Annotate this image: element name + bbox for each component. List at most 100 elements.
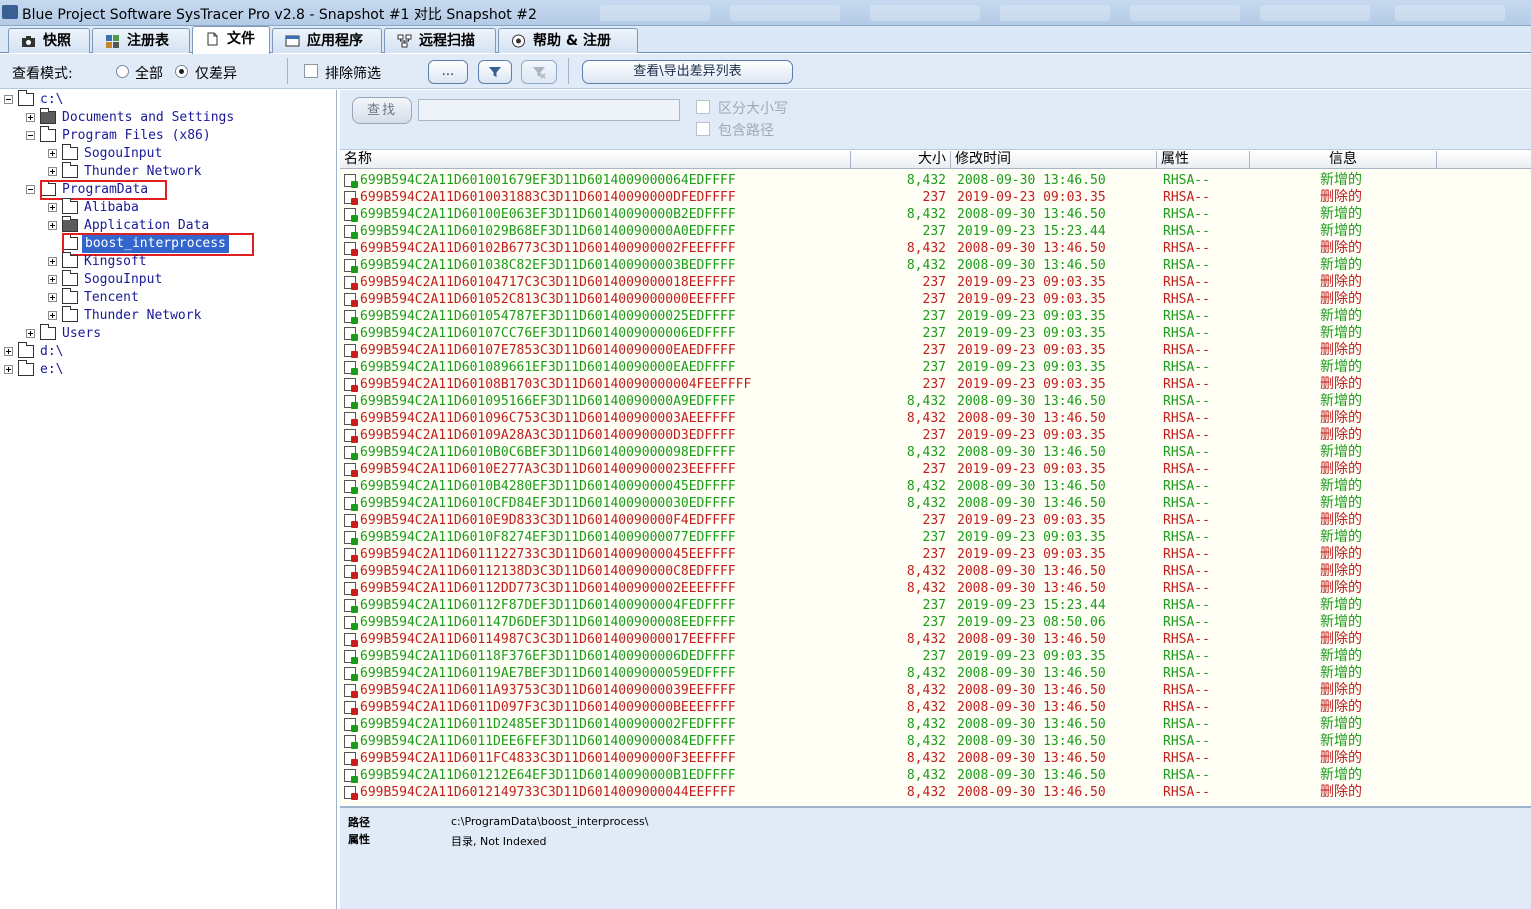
include-path-label[interactable]: 包含路径 [718,120,774,140]
expand-icon[interactable] [48,293,57,302]
table-row[interactable]: 699B594C2A11D60118F376EF3D11D60140090000… [340,648,1531,665]
expand-icon[interactable] [26,113,35,122]
table-row[interactable]: 699B594C2A11D6011D2485EF3D11D60140090000… [340,716,1531,733]
exclude-filter-label[interactable]: 排除筛选 [325,63,381,83]
table-row[interactable]: 699B594C2A11D6010E277A3C3D11D60140090000… [340,461,1531,478]
tab-files[interactable]: 文件 [192,26,270,54]
table-row[interactable]: 699B594C2A11D601096C753C3D11D60140090000… [340,410,1531,427]
modified-time-cell: 2008-09-30 13:46.50 [957,666,1106,681]
tab-snapshot[interactable]: 快照 [8,28,90,53]
table-row[interactable]: 699B594C2A11D601052C813C3D11D60140090000… [340,291,1531,308]
table-row[interactable]: 699B594C2A11D60112F87DEF3D11D60140090000… [340,597,1531,614]
expand-icon[interactable] [48,275,57,284]
table-row[interactable]: 699B594C2A11D6010B4280EF3D11D60140090000… [340,478,1531,495]
filter-button[interactable] [478,60,512,84]
table-row[interactable]: 699B594C2A11D60104717C3C3D11D60140090000… [340,274,1531,291]
table-row[interactable]: 699B594C2A11D6010F8274EF3D11D60140090000… [340,529,1531,546]
expand-icon[interactable] [4,347,13,356]
column-header-size[interactable]: 大小 [851,151,951,169]
tab-registry[interactable]: 注册表 [92,28,190,53]
table-row[interactable]: 699B594C2A11D60112138D3C3D11D60140090000… [340,563,1531,580]
file-name-cell: 699B594C2A11D601089661EF3D11D60140090000… [360,360,736,375]
clear-filter-button[interactable] [521,60,557,84]
find-button[interactable]: 查找 [352,97,412,124]
collapse-icon[interactable] [4,95,13,104]
exclude-filter-checkbox[interactable] [304,64,318,78]
expand-icon[interactable] [48,257,57,266]
file-name-cell: 699B594C2A11D601054787EF3D11D60140090000… [360,309,736,324]
table-row[interactable]: 699B594C2A11D60108B1703C3D11D60140090000… [340,376,1531,393]
filter-settings-button[interactable]: ... [428,60,468,84]
collapse-icon[interactable] [26,131,35,140]
table-row[interactable]: 699B594C2A11D6010B0C6BEF3D11D60140090000… [340,444,1531,461]
case-sensitive-label[interactable]: 区分大小写 [718,98,788,118]
radio-diff-only-label[interactable]: 仅差异 [195,63,237,83]
column-header-name[interactable]: 名称 [340,151,851,169]
expand-icon[interactable] [48,167,57,176]
expand-icon[interactable] [4,365,13,374]
tab-help-register[interactable]: 帮助 & 注册 [498,28,638,53]
radio-diff-only[interactable] [175,65,188,78]
expand-icon[interactable] [48,311,57,320]
radio-all-label[interactable]: 全部 [135,63,163,83]
table-row[interactable]: 699B594C2A11D60112DD773C3D11D60140090000… [340,580,1531,597]
table-row[interactable]: 699B594C2A11D601029B68EF3D11D60140090000… [340,223,1531,240]
info-cell: 新增的 [1320,359,1362,375]
file-name-cell: 699B594C2A11D601096C753C3D11D60140090000… [360,411,736,426]
table-row[interactable]: 699B594C2A11D601212E64EF3D11D60140090000… [340,767,1531,784]
table-row[interactable]: 699B594C2A11D601054787EF3D11D60140090000… [340,308,1531,325]
table-row[interactable]: 699B594C2A11D60114987C3C3D11D60140090000… [340,631,1531,648]
modified-time-cell: 2008-09-30 13:46.50 [957,241,1106,256]
table-row[interactable]: 699B594C2A11D60100E063EF3D11D60140090000… [340,206,1531,223]
expand-icon[interactable] [48,203,57,212]
table-row[interactable]: 699B594C2A11D60107E7853C3D11D60140090000… [340,342,1531,359]
file-deleted-icon [344,378,358,392]
modified-time-cell: 2008-09-30 13:46.50 [957,479,1106,494]
table-row[interactable]: 699B594C2A11D6011DEE6FEF3D11D60140090000… [340,733,1531,750]
file-size-cell: 237 [922,292,946,307]
include-path-checkbox[interactable] [696,122,710,136]
tab-remote-scan[interactable]: 远程扫描 [384,28,496,53]
file-added-icon [344,174,358,188]
column-header-attributes[interactable]: 属性 [1157,151,1250,169]
folder-icon [62,306,78,322]
find-input[interactable] [418,99,680,121]
column-header-modified-time[interactable]: 修改时间 [951,151,1157,169]
table-row[interactable]: 699B594C2A11D6011FC4833C3D11D60140090000… [340,750,1531,767]
table-row[interactable]: 699B594C2A11D60107CC76EF3D11D60140090000… [340,325,1531,342]
folder-icon [62,144,78,160]
modified-time-cell: 2008-09-30 13:46.50 [957,411,1106,426]
expand-icon[interactable] [48,149,57,158]
radio-all[interactable] [116,65,129,78]
column-header-info[interactable]: 信息 [1250,151,1437,169]
table-row[interactable]: 699B594C2A11D6011122733C3D11D60140090000… [340,546,1531,563]
expand-icon[interactable] [26,329,35,338]
table-row[interactable]: 699B594C2A11D601001679EF3D11D60140090000… [340,172,1531,189]
file-name-cell: 699B594C2A11D60119AE7BEF3D11D60140090000… [360,666,736,681]
table-row[interactable]: 699B594C2A11D60119AE7BEF3D11D60140090000… [340,665,1531,682]
file-name-cell: 699B594C2A11D6011FC4833C3D11D60140090000… [360,751,736,766]
export-diff-list-button[interactable]: 查看\导出差异列表 [582,60,793,84]
table-row[interactable]: 699B594C2A11D6011D097F3C3D11D60140090000… [340,699,1531,716]
table-row[interactable]: 699B594C2A11D60102B6773C3D11D60140090000… [340,240,1531,257]
table-row[interactable]: 699B594C2A11D6010031883C3D11D60140090000… [340,189,1531,206]
table-row[interactable]: 699B594C2A11D6012149733C3D11D60140090000… [340,784,1531,801]
info-cell: 删除的 [1320,376,1362,392]
table-row[interactable]: 699B594C2A11D6010CFD84EF3D11D60140090000… [340,495,1531,512]
file-name-cell: 699B594C2A11D60108B1703C3D11D60140090000… [360,377,752,392]
modified-time-cell: 2008-09-30 13:46.50 [957,394,1106,409]
table-row[interactable]: 699B594C2A11D6011A93753C3D11D60140090000… [340,682,1531,699]
drive-icon [18,90,34,106]
search-panel: 查找 区分大小写 包含路径 [340,90,1531,150]
table-row[interactable]: 699B594C2A11D60109A28A3C3D11D60140090000… [340,427,1531,444]
expand-icon[interactable] [48,221,57,230]
collapse-icon[interactable] [26,185,35,194]
table-row[interactable]: 699B594C2A11D601095166EF3D11D60140090000… [340,393,1531,410]
table-row[interactable]: 699B594C2A11D601147D6DEF3D11D60140090000… [340,614,1531,631]
table-row[interactable]: 699B594C2A11D6010E9D833C3D11D60140090000… [340,512,1531,529]
info-cell: 新增的 [1320,614,1362,630]
table-row[interactable]: 699B594C2A11D601038C82EF3D11D60140090000… [340,257,1531,274]
tab-applications[interactable]: 应用程序 [272,28,382,53]
case-sensitive-checkbox[interactable] [696,100,710,114]
table-row[interactable]: 699B594C2A11D601089661EF3D11D60140090000… [340,359,1531,376]
